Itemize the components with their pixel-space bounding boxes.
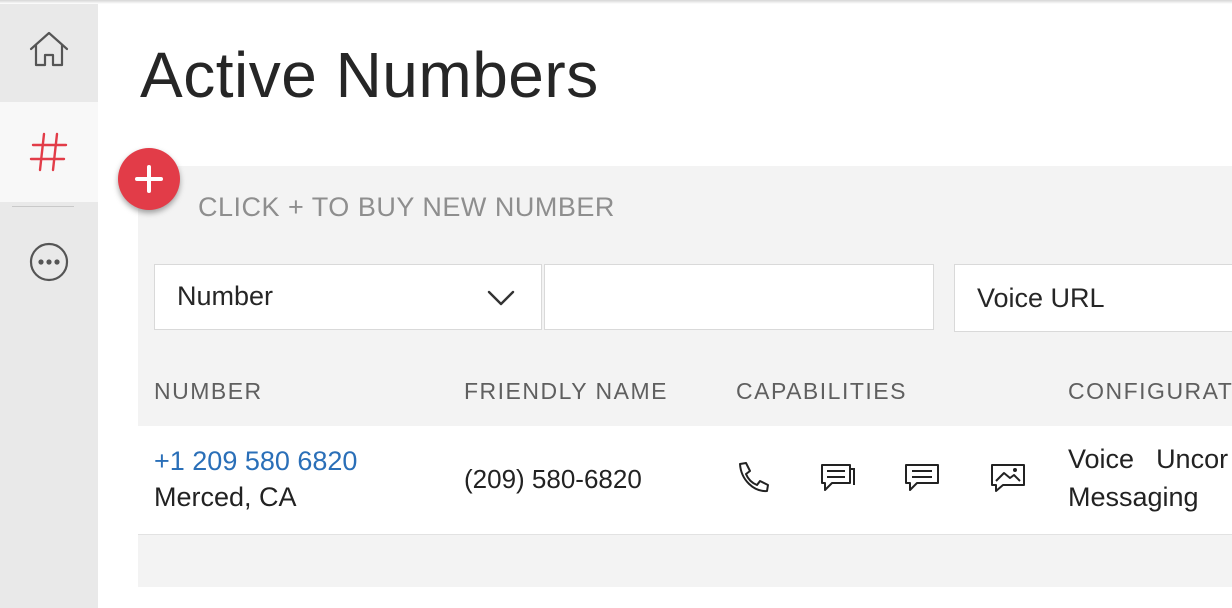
voice-icon bbox=[739, 462, 769, 493]
chevron-down-icon bbox=[487, 290, 515, 306]
page-title: Active Numbers bbox=[140, 39, 599, 111]
filter-field-value: Number bbox=[177, 281, 274, 311]
sidebar-item-numbers[interactable] bbox=[0, 102, 98, 202]
plus-icon bbox=[135, 165, 163, 193]
more-icon bbox=[29, 242, 69, 282]
column-header-friendly-name[interactable]: FRIENDLY NAME bbox=[464, 378, 668, 405]
config-voice-label: Voice bbox=[1068, 444, 1135, 474]
sidebar bbox=[0, 0, 98, 608]
hash-icon bbox=[29, 132, 68, 172]
phone-number-link[interactable]: +1 209 580 6820 bbox=[154, 446, 357, 477]
config-messaging-label: Messaging bbox=[1068, 482, 1199, 512]
mms-icon bbox=[905, 464, 939, 491]
column-header-capabilities[interactable]: CAPABILITIES bbox=[736, 378, 907, 405]
home-icon bbox=[29, 31, 69, 67]
main-content: Active Numbers CLICK + TO BUY NEW NUMBER… bbox=[98, 0, 1232, 608]
table-row: +1 209 580 6820 Merced, CA (209) 580-682… bbox=[138, 426, 1232, 535]
column-header-configuration[interactable]: CONFIGURAT bbox=[1068, 378, 1232, 405]
filter-search-input[interactable] bbox=[544, 264, 934, 330]
column-header-number[interactable]: NUMBER bbox=[154, 378, 263, 405]
filter-field-select[interactable]: Number bbox=[154, 264, 542, 330]
buy-number-bar: CLICK + TO BUY NEW NUMBER bbox=[138, 166, 1232, 246]
sms-icon bbox=[821, 464, 855, 491]
buy-number-hint: CLICK + TO BUY NEW NUMBER bbox=[198, 192, 615, 222]
number-location: Merced, CA bbox=[154, 482, 297, 512]
image-message-icon bbox=[991, 464, 1025, 492]
filter-bar: Number Voice URL bbox=[138, 246, 1232, 360]
voice-url-filter[interactable]: Voice URL bbox=[954, 264, 1232, 332]
config-voice: Voice Uncor bbox=[1068, 444, 1228, 475]
config-voice-value[interactable]: Uncor bbox=[1156, 444, 1228, 474]
config-messaging: Messaging bbox=[1068, 482, 1199, 513]
sidebar-item-more[interactable] bbox=[0, 214, 98, 310]
voice-url-label: Voice URL bbox=[977, 283, 1105, 313]
friendly-name: (209) 580-6820 bbox=[464, 464, 642, 494]
buy-number-button[interactable] bbox=[118, 148, 180, 210]
table-header: NUMBER FRIENDLY NAME CAPABILITIES CONFIG… bbox=[138, 360, 1232, 426]
sidebar-item-home[interactable] bbox=[0, 0, 98, 100]
sidebar-divider bbox=[12, 206, 74, 207]
top-shadow bbox=[0, 0, 1232, 4]
table-footer bbox=[138, 535, 1232, 587]
